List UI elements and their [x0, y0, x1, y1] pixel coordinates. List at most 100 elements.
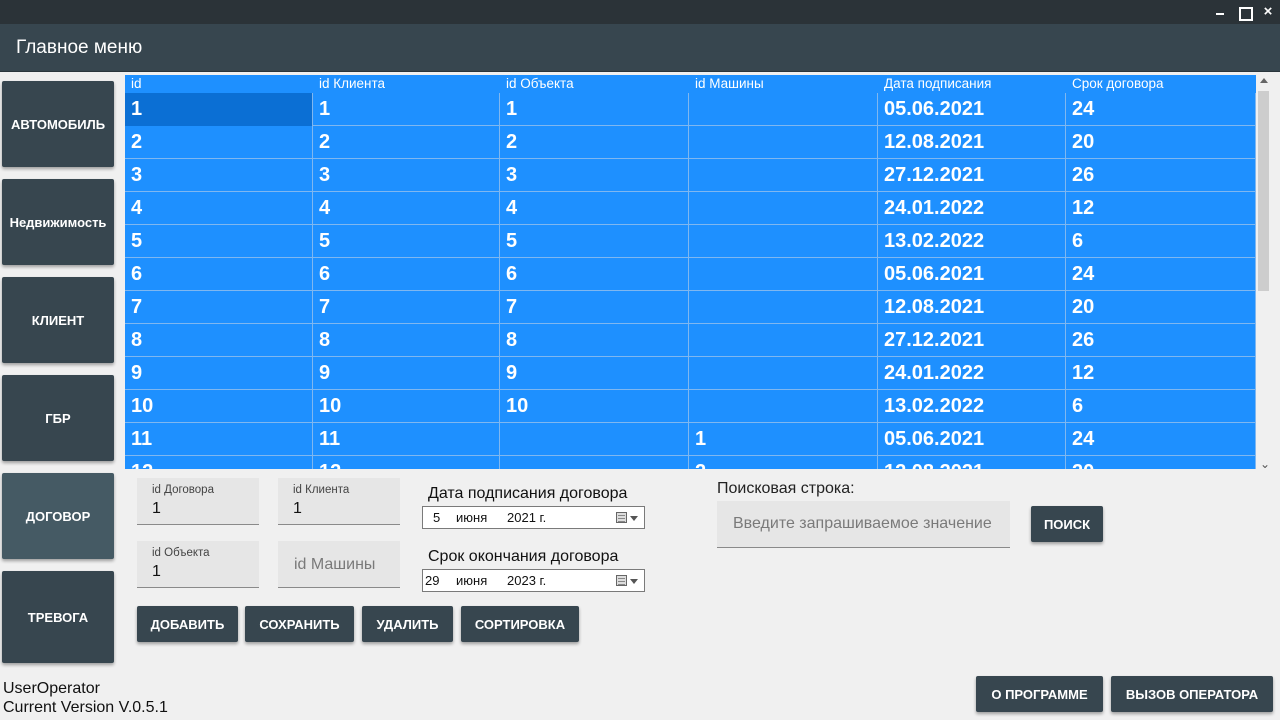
save-button[interactable]: СОХРАНИТЬ — [245, 606, 354, 642]
delete-button[interactable]: УДАЛИТЬ — [362, 606, 453, 642]
table-cell[interactable]: 1 — [125, 93, 313, 126]
column-header-object-id[interactable]: id Объекта — [506, 76, 574, 91]
table-cell[interactable]: 7 — [125, 291, 313, 324]
car-id-field[interactable]: id Машины — [278, 541, 400, 588]
table-row[interactable]: 10 10 10 13.02.2022 6 — [125, 390, 1256, 423]
table-cell[interactable]: 3 — [313, 159, 500, 192]
table-cell[interactable] — [500, 456, 689, 469]
sidebar-item-alarm[interactable]: ТРЕВОГА — [2, 571, 114, 663]
table-cell[interactable]: 9 — [313, 357, 500, 390]
table-cell[interactable]: 12.08.2021 — [878, 456, 1066, 469]
table-cell[interactable]: 3 — [125, 159, 313, 192]
table-cell[interactable]: 20 — [1066, 126, 1256, 159]
table-body[interactable]: id id Клиента id Объекта id Машины Дата … — [125, 75, 1256, 469]
table-cell[interactable]: 12 — [313, 456, 500, 469]
calendar-icon[interactable] — [616, 575, 627, 586]
contract-id-value[interactable]: 1 — [152, 500, 161, 518]
table-cell[interactable]: 20 — [1066, 291, 1256, 324]
call-operator-button[interactable]: ВЫЗОВ ОПЕРАТОРА — [1111, 676, 1273, 712]
table-cell[interactable]: 10 — [313, 390, 500, 423]
table-row[interactable]: 5 5 5 13.02.2022 6 — [125, 225, 1256, 258]
contracts-table[interactable]: id id Клиента id Объекта id Машины Дата … — [125, 75, 1271, 469]
table-cell[interactable] — [689, 258, 878, 291]
scroll-up-icon[interactable] — [1260, 78, 1268, 83]
column-header-client-id[interactable]: id Клиента — [319, 76, 385, 91]
sign-date-month[interactable]: июня — [456, 510, 487, 525]
sidebar-item-client[interactable]: КЛИЕНТ — [2, 277, 114, 363]
chevron-down-icon[interactable] — [630, 516, 638, 521]
table-cell[interactable]: 24 — [1066, 93, 1256, 126]
table-cell[interactable]: 8 — [125, 324, 313, 357]
table-cell[interactable]: 5 — [500, 225, 689, 258]
car-id-placeholder[interactable]: id Машины — [294, 556, 375, 574]
table-row[interactable]: 7 7 7 12.08.2021 20 — [125, 291, 1256, 324]
table-row[interactable]: 1212 212.08.202120 — [125, 456, 1256, 469]
table-cell[interactable]: 27.12.2021 — [878, 159, 1066, 192]
column-header-car-id[interactable]: id Машины — [695, 76, 764, 91]
about-button[interactable]: О ПРОГРАММЕ — [976, 676, 1103, 712]
table-row[interactable]: 11 11 1 05.06.2021 24 — [125, 423, 1256, 456]
table-row[interactable]: 3 3 3 27.12.2021 26 — [125, 159, 1256, 192]
table-cell[interactable]: 8 — [500, 324, 689, 357]
search-input[interactable] — [717, 501, 1010, 548]
add-button[interactable]: ДОБАВИТЬ — [137, 606, 238, 642]
calendar-icon[interactable] — [616, 512, 627, 523]
table-cell[interactable]: 9 — [500, 357, 689, 390]
table-cell[interactable]: 1 — [500, 93, 689, 126]
table-cell[interactable]: 6 — [500, 258, 689, 291]
table-cell[interactable]: 2 — [689, 456, 878, 469]
table-cell[interactable]: 7 — [500, 291, 689, 324]
table-cell[interactable]: 2 — [125, 126, 313, 159]
client-id-value[interactable]: 1 — [293, 500, 302, 518]
column-header-term[interactable]: Срок договора — [1072, 76, 1164, 91]
table-cell[interactable]: 8 — [313, 324, 500, 357]
table-cell[interactable]: 24.01.2022 — [878, 357, 1066, 390]
table-cell[interactable] — [689, 390, 878, 423]
table-cell[interactable] — [689, 126, 878, 159]
table-cell[interactable] — [689, 324, 878, 357]
table-cell[interactable]: 24 — [1066, 423, 1256, 456]
table-cell[interactable]: 7 — [313, 291, 500, 324]
table-cell[interactable]: 13.02.2022 — [878, 225, 1066, 258]
table-cell[interactable]: 12.08.2021 — [878, 291, 1066, 324]
table-cell[interactable]: 10 — [125, 390, 313, 423]
table-cell[interactable]: 27.12.2021 — [878, 324, 1066, 357]
sidebar-item-real-estate[interactable]: Недвижимость — [2, 179, 114, 265]
search-button[interactable]: ПОИСК — [1031, 506, 1103, 542]
table-cell[interactable] — [689, 357, 878, 390]
end-date-day[interactable]: 29 — [425, 573, 439, 588]
column-header-sign-date[interactable]: Дата подписания — [884, 76, 991, 91]
table-cell[interactable]: 24.01.2022 — [878, 192, 1066, 225]
sidebar-item-contract[interactable]: ДОГОВОР — [2, 473, 114, 559]
table-cell[interactable]: 4 — [313, 192, 500, 225]
table-cell[interactable]: 05.06.2021 — [878, 258, 1066, 291]
sidebar-item-gbr[interactable]: ГБР — [2, 375, 114, 461]
table-cell[interactable]: 12.08.2021 — [878, 126, 1066, 159]
column-header-id[interactable]: id — [131, 76, 142, 91]
object-id-field[interactable]: id Объекта 1 — [137, 541, 259, 588]
table-cell[interactable]: 11 — [125, 423, 313, 456]
sign-date-year[interactable]: 2021 г. — [507, 510, 546, 525]
table-row[interactable]: 4 4 4 24.01.2022 12 — [125, 192, 1256, 225]
client-id-field[interactable]: id Клиента 1 — [278, 478, 400, 525]
table-cell[interactable]: 5 — [313, 225, 500, 258]
object-id-value[interactable]: 1 — [152, 563, 161, 581]
table-cell[interactable]: 2 — [313, 126, 500, 159]
table-cell[interactable]: 05.06.2021 — [878, 93, 1066, 126]
table-row[interactable]: 8 8 8 27.12.2021 26 — [125, 324, 1256, 357]
table-cell[interactable]: 11 — [313, 423, 500, 456]
table-cell[interactable]: 6 — [313, 258, 500, 291]
chevron-down-icon[interactable] — [630, 579, 638, 584]
minimize-icon[interactable] — [1208, 0, 1232, 24]
table-cell[interactable]: 20 — [1066, 456, 1256, 469]
table-cell[interactable]: 12 — [125, 456, 313, 469]
table-cell[interactable]: 05.06.2021 — [878, 423, 1066, 456]
table-cell[interactable]: 26 — [1066, 159, 1256, 192]
table-row[interactable]: 9 9 9 24.01.2022 12 — [125, 357, 1256, 390]
table-cell[interactable] — [689, 225, 878, 258]
sort-button[interactable]: СОРТИРОВКА — [461, 606, 579, 642]
table-cell[interactable]: 26 — [1066, 324, 1256, 357]
table-cell[interactable] — [689, 159, 878, 192]
table-cell[interactable]: 10 — [500, 390, 689, 423]
table-cell[interactable]: 1 — [689, 423, 878, 456]
